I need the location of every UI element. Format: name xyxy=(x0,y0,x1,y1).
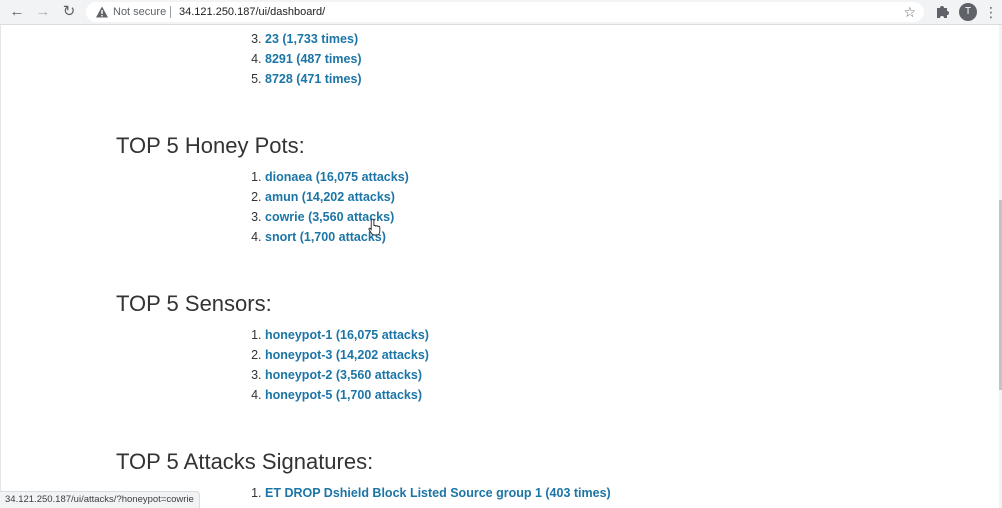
url-text[interactable]: 34.121.250.187/ui/dashboard/ xyxy=(179,5,325,19)
hand-cursor-icon xyxy=(368,218,381,236)
honeypot-link-dionaea[interactable]: dionaea (16,075 attacks) xyxy=(265,170,409,184)
list-item: honeypot-1 (16,075 attacks) xyxy=(265,325,429,345)
back-arrow-icon[interactable]: ← xyxy=(8,3,26,21)
warning-triangle-icon[interactable] xyxy=(95,5,109,19)
list-item: ET DROP Dshield Block Listed Source grou… xyxy=(265,483,611,503)
sensor-link-honeypot-1[interactable]: honeypot-1 (16,075 attacks) xyxy=(265,328,429,342)
list-item: 23 (1,733 times) xyxy=(265,29,362,49)
sensor-link-honeypot-5[interactable]: honeypot-5 (1,700 attacks) xyxy=(265,388,422,402)
list-item: honeypot-3 (14,202 attacks) xyxy=(265,345,429,365)
address-divider xyxy=(170,6,171,18)
signatures-title: TOP 5 Attacks Signatures: xyxy=(116,449,374,474)
sensor-link-honeypot-3[interactable]: honeypot-3 (14,202 attacks) xyxy=(265,348,429,362)
port-link[interactable]: 23 (1,733 times) xyxy=(265,32,358,46)
list-item: honeypot-5 (1,700 attacks) xyxy=(265,385,429,405)
port-link[interactable]: 8728 (471 times) xyxy=(265,72,362,86)
sensors-title: TOP 5 Sensors: xyxy=(116,291,272,316)
top-sensors-list: honeypot-1 (16,075 attacks) honeypot-3 (… xyxy=(237,325,429,405)
honeypots-title: TOP 5 Honey Pots: xyxy=(116,133,305,158)
forward-arrow-icon[interactable]: → xyxy=(34,3,52,21)
list-item: honeypot-2 (3,560 attacks) xyxy=(265,365,429,385)
reload-icon[interactable]: ↻ xyxy=(60,3,78,21)
port-link[interactable]: 8291 (487 times) xyxy=(265,52,362,66)
list-item: 8728 (471 times) xyxy=(265,69,362,89)
list-item: snort (1,700 attacks) xyxy=(265,227,409,247)
top-honeypots-list: dionaea (16,075 attacks) amun (14,202 at… xyxy=(237,167,409,247)
sensor-link-honeypot-2[interactable]: honeypot-2 (3,560 attacks) xyxy=(265,368,422,382)
address-bar[interactable]: Not secure 34.121.250.187/ui/dashboard/ … xyxy=(86,2,924,22)
list-item: dionaea (16,075 attacks) xyxy=(265,167,409,187)
list-item: cowrie (3,560 attacks) xyxy=(265,207,409,227)
list-item: amun (14,202 attacks) xyxy=(265,187,409,207)
top-ports-list: 23 (1,733 times) 8291 (487 times) 8728 (… xyxy=(237,29,362,89)
top-signatures-list: ET DROP Dshield Block Listed Source grou… xyxy=(237,483,611,503)
link-status-bar: 34.121.250.187/ui/attacks/?honeypot=cowr… xyxy=(0,491,200,508)
page-border xyxy=(0,25,1,508)
star-icon[interactable]: ☆ xyxy=(903,3,916,21)
profile-avatar[interactable]: T xyxy=(959,3,977,21)
list-item: 8291 (487 times) xyxy=(265,49,362,69)
more-vert-icon[interactable]: ⋮ xyxy=(984,3,998,21)
signature-link[interactable]: ET DROP Dshield Block Listed Source grou… xyxy=(265,486,611,500)
puzzle-icon[interactable] xyxy=(934,3,950,21)
honeypot-link-amun[interactable]: amun (14,202 attacks) xyxy=(265,190,395,204)
dashboard-page: 23 (1,733 times) 8291 (487 times) 8728 (… xyxy=(0,25,1002,508)
security-label[interactable]: Not secure xyxy=(113,5,166,19)
browser-toolbar: ← → ↻ Not secure 34.121.250.187/ui/dashb… xyxy=(0,0,1002,25)
